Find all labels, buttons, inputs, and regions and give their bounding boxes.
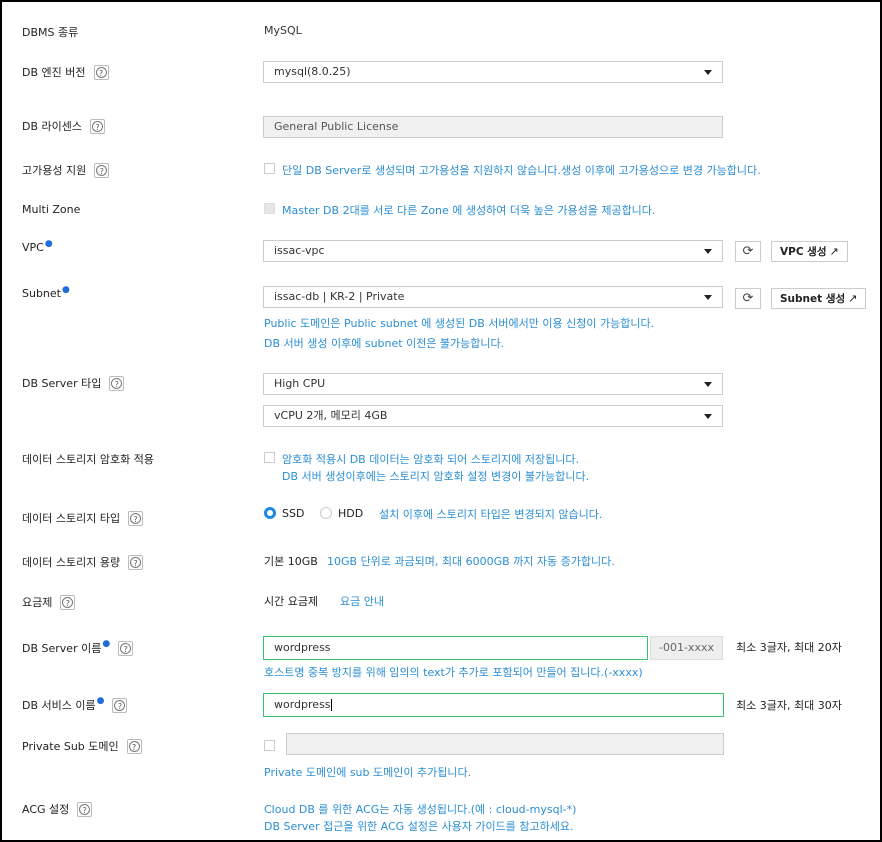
engine-label: DB 엔진 버전 <box>22 64 109 80</box>
multizone-checkbox <box>264 203 275 214</box>
server-type-select[interactable]: High CPU <box>263 373 723 395</box>
dbms-label: DBMS 종류 <box>22 26 79 39</box>
hdd-radio[interactable] <box>320 507 332 519</box>
storage-type-label: 데이터 스토리지 타입 <box>22 510 144 526</box>
help-icon[interactable] <box>60 594 76 610</box>
chevron-down-icon <box>704 382 712 387</box>
help-icon[interactable] <box>93 64 109 80</box>
required-dot: ● <box>102 639 111 649</box>
subnet-refresh-button[interactable]: ⟳ <box>735 288 761 309</box>
ha-checkbox[interactable] <box>264 163 275 174</box>
encryption-checkbox[interactable] <box>264 452 275 463</box>
pricing-link[interactable]: 요금 안내 <box>340 593 384 609</box>
service-name-label: DB 서비스 이름 ● <box>22 696 128 713</box>
server-type-label: DB Server 타입 <box>22 375 125 391</box>
chevron-down-icon <box>704 70 712 75</box>
help-icon[interactable] <box>109 375 125 391</box>
required-dot: ● <box>96 696 105 706</box>
help-icon[interactable] <box>118 640 134 656</box>
license-field: General Public License <box>263 116 723 138</box>
server-name-input[interactable]: wordpress <box>263 636 648 660</box>
help-icon[interactable] <box>126 738 142 754</box>
private-sub-note: Private 도메인에 sub 도메인이 추가됩니다. <box>264 766 472 779</box>
ssd-radio[interactable] <box>264 507 276 519</box>
engine-select[interactable]: mysql(8.0.25) <box>263 61 723 83</box>
external-link-icon: ↗ <box>829 245 839 258</box>
ssd-label: SSD <box>282 507 305 520</box>
required-dot: ● <box>44 238 53 249</box>
subnet-label: Subnet ● <box>22 284 70 301</box>
server-spec-select[interactable]: vCPU 2개, 메모리 4GB <box>263 405 723 427</box>
encryption-note-2: DB 서버 생성이후에는 스토리지 암호화 설정 변경이 불가능합니다. <box>282 470 590 483</box>
acg-note-2: DB Server 접근을 위한 ACG 설정은 사용자 가이드를 참고하세요. <box>264 820 574 833</box>
vpc-select[interactable]: issac-vpc <box>263 240 723 262</box>
pricing-label: 요금제 <box>22 594 76 610</box>
help-icon[interactable] <box>94 162 110 178</box>
pricing-value: 시간 요금제 <box>264 595 319 608</box>
required-dot: ● <box>62 284 70 295</box>
private-sub-input <box>286 733 724 755</box>
license-label: DB 라이센스 <box>22 118 105 134</box>
external-link-icon: ↗ <box>848 292 858 305</box>
subnet-create-button[interactable]: Subnet 생성 ↗ <box>771 288 867 309</box>
ha-label: 고가용성 지원 <box>22 162 110 178</box>
service-name-limit: 최소 3글자, 최대 30자 <box>736 699 842 712</box>
chevron-down-icon <box>704 249 712 254</box>
subnet-note-2: DB 서버 생성 이후에 subnet 이전은 불가능합니다. <box>264 337 505 350</box>
help-icon[interactable] <box>77 801 93 817</box>
acg-note-1: Cloud DB 를 위한 ACG는 자동 생성됩니다.(예 : cloud-m… <box>264 803 577 816</box>
storage-type-note: 설치 이후에 스토리지 타입은 변경되지 않습니다. <box>379 508 603 521</box>
encryption-note-1: 암호화 적용시 DB 데이터는 암호화 되어 스토리지에 저장됩니다. <box>282 453 579 466</box>
refresh-icon: ⟳ <box>742 291 754 306</box>
storage-size-value: 기본 10GB <box>264 555 318 568</box>
server-name-note: 호스트명 중복 방지를 위해 임의의 text가 추가로 포함되어 만들어 집니… <box>264 666 643 679</box>
help-icon[interactable] <box>90 118 105 134</box>
chevron-down-icon <box>704 295 712 300</box>
encryption-label: 데이터 스토리지 암호화 적용 <box>22 453 154 466</box>
chevron-down-icon <box>704 414 712 419</box>
dbms-value: MySQL <box>264 24 302 37</box>
multizone-note: Master DB 2대를 서로 다른 Zone 에 생성하여 더욱 높은 가용… <box>282 204 656 217</box>
help-icon[interactable] <box>128 554 144 570</box>
server-name-limit: 최소 3글자, 최대 20자 <box>736 641 842 654</box>
help-icon[interactable] <box>128 510 144 526</box>
private-sub-checkbox[interactable] <box>264 740 275 751</box>
acg-label: ACG 설정 <box>22 801 93 817</box>
help-icon[interactable] <box>112 697 128 713</box>
storage-size-note: 10GB 단위로 과금되며, 최대 6000GB 까지 자동 증가합니다. <box>327 555 615 568</box>
private-sub-label: Private Sub 도메인 <box>22 738 142 754</box>
ha-note: 단일 DB Server로 생성되며 고가용성을 지원하지 않습니다.생성 이후… <box>282 164 761 177</box>
vpc-create-button[interactable]: VPC 생성 ↗ <box>771 241 848 262</box>
subnet-select[interactable]: issac-db | KR-2 | Private <box>263 286 723 308</box>
refresh-icon: ⟳ <box>742 244 754 259</box>
vpc-label: VPC ● <box>22 238 53 255</box>
service-name-input[interactable]: wordpress <box>263 693 724 717</box>
hdd-label: HDD <box>338 507 364 520</box>
subnet-note-1: Public 도메인은 Public subnet 에 생성된 DB 서버에서만… <box>264 317 655 330</box>
text-cursor <box>330 699 332 711</box>
multizone-label: Multi Zone <box>22 203 81 216</box>
server-name-suffix: -001-xxxx <box>650 636 723 660</box>
server-name-label: DB Server 이름 ● <box>22 639 134 656</box>
storage-size-label: 데이터 스토리지 용량 <box>22 554 144 570</box>
vpc-refresh-button[interactable]: ⟳ <box>735 241 761 262</box>
